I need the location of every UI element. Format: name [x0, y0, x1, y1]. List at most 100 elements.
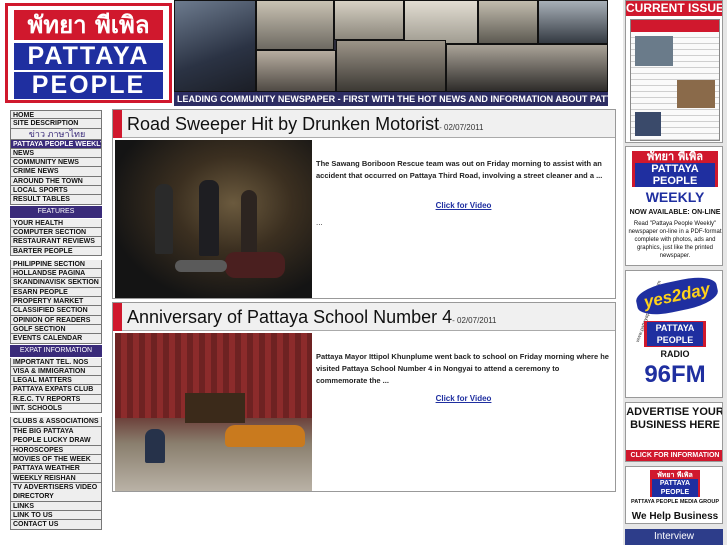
nav-home[interactable]: HOME	[10, 110, 102, 120]
weekly-available-text: NOW AVAILABLE: ON-LINE	[629, 209, 721, 216]
nav-clubs-associations[interactable]: CLUBS & ASSOCIATIONS	[10, 417, 102, 427]
nav-weekly-reishan[interactable]: WEEKLY REISHAN	[10, 473, 102, 483]
header-banner: LEADING COMMUNITY NEWSPAPER - FIRST WITH…	[174, 0, 608, 106]
photo-monks	[225, 425, 305, 447]
weekly-word: WEEKLY	[645, 189, 705, 205]
nav-computer-section[interactable]: COMPUTER SECTION	[10, 227, 102, 238]
nav-news[interactable]: NEWS	[10, 148, 102, 159]
nav-esarn-people[interactable]: ESARN PEOPLE	[10, 287, 102, 298]
current-issue-cover[interactable]	[630, 19, 720, 141]
cover-photo	[635, 36, 673, 66]
article-headline-text[interactable]: Road Sweeper Hit by Drunken Motorist	[127, 114, 439, 134]
nav-features-heading: FEATURES	[10, 205, 102, 218]
nav-skandinavisk-sektion[interactable]: SKANDINAVISK SEKTION	[10, 278, 102, 288]
nav-expat-heading: EXPAT INFORMATION	[10, 344, 102, 357]
media-logo-line2: PEOPLE	[652, 488, 698, 497]
photo-victim	[175, 260, 227, 272]
nav-barter-people[interactable]: BARTER PEOPLE	[10, 246, 102, 256]
radio-yes2day: yes2day	[633, 272, 721, 320]
right-sidebar: CURRENT ISSUE พัทยา พีเพิล PATTAYA PEOPL…	[623, 0, 727, 545]
interview-button[interactable]: Interview	[625, 529, 723, 545]
current-issue-box[interactable]: CURRENT ISSUE	[625, 0, 723, 143]
radio-logo: PATTAYA PEOPLE	[644, 321, 706, 347]
nav-opinion-of-readers[interactable]: OPINION OF READERS	[10, 315, 102, 325]
media-group-name: PATTAYA PEOPLE MEDIA GROUP	[630, 499, 720, 505]
advertise-text: ADVERTISE YOUR BUSINESS HERE	[626, 406, 723, 431]
nav-pattaya-weather[interactable]: PATTAYA WEATHER	[10, 464, 102, 474]
nav-pattaya-people-weekly[interactable]: PATTAYA PEOPLE WEEKLY	[10, 139, 102, 149]
logo-people-text: PEOPLE	[14, 72, 163, 99]
banner-photo-reporter	[404, 0, 478, 44]
left-nav: HOME SITE DESCRIPTION ข่าว ภาษาไทย PATTA…	[10, 110, 102, 545]
media-group-logo: พัทยา พีเพิล PATTAYA PEOPLE	[650, 470, 700, 497]
nav-important-tel-nos[interactable]: IMPORTANT TEL. NOS	[10, 357, 102, 367]
cover-masthead	[631, 20, 719, 32]
nav-legal-matters[interactable]: LEGAL MATTERS	[10, 376, 102, 386]
nav-property-market[interactable]: PROPERTY MARKET	[10, 297, 102, 307]
banner-photo-cameraman	[174, 0, 256, 92]
nav-site-description[interactable]: SITE DESCRIPTION	[10, 119, 102, 129]
article-photo[interactable]	[115, 333, 312, 491]
article-headline[interactable]: Anniversary of Pattaya School Number 4- …	[127, 307, 497, 328]
nav-tv-advertisers-directory[interactable]: TV ADVERTISERS VIDEO DIRECTORY	[10, 482, 102, 502]
photo-altar	[185, 393, 245, 423]
article-headline[interactable]: Road Sweeper Hit by Drunken Motorist- 02…	[127, 114, 483, 135]
radio-word: RADIO	[660, 349, 690, 359]
article-summary: Pattaya Mayor Ittipol Khunplume went bac…	[316, 352, 609, 385]
title-accent-bar	[113, 110, 122, 138]
nav-thai-news[interactable]: ข่าว ภาษาไทย	[10, 128, 102, 140]
media-logo-thai: พัทยา พีเพิล	[657, 470, 693, 479]
click-for-video-link[interactable]: Click for Video	[316, 394, 611, 403]
banner-photo-staff	[478, 0, 538, 44]
nav-lucky-draw[interactable]: THE BIG PATTAYA PEOPLE LUCKY DRAW	[10, 426, 102, 446]
photo-guest	[145, 429, 165, 463]
media-group-box[interactable]: พัทยา พีเพิล PATTAYA PEOPLE PATTAYA PEOP…	[625, 466, 723, 524]
nav-result-tables[interactable]: RESULT TABLES	[10, 195, 102, 205]
radio-frequency: 96FM	[644, 361, 706, 388]
nav-horoscopes[interactable]: HOROSCOPES	[10, 445, 102, 455]
radio-box[interactable]: www.pattayapeopleradio.com yes2day PATTA…	[625, 270, 723, 398]
weekly-logo-line2: PEOPLE	[635, 175, 715, 187]
nav-contact-us[interactable]: CONTACT US	[10, 520, 102, 530]
weekly-logo-thai: พัทยา พีเพิล	[647, 150, 703, 163]
current-issue-title: CURRENT ISSUE	[626, 1, 723, 16]
nav-golf-section[interactable]: GOLF SECTION	[10, 324, 102, 335]
nav-rec-tv-reports[interactable]: R.E.C. TV REPORTS	[10, 394, 102, 405]
nav-int-schools[interactable]: INT. SCHOOLS	[10, 404, 102, 414]
nav-movies-of-the-week[interactable]: MOVIES OF THE WEEK	[10, 454, 102, 465]
weekly-online-box[interactable]: พัทยา พีเพิล PATTAYA PEOPLE WEEKLY NOW A…	[625, 146, 723, 266]
article-card: Anniversary of Pattaya School Number 4- …	[112, 302, 616, 492]
article-photo[interactable]	[115, 140, 312, 298]
nav-links[interactable]: LINKS	[10, 501, 102, 512]
weekly-description: Read "Pattaya People Weekly" newspaper o…	[628, 221, 722, 259]
radio-logo-line1: PATTAYA	[647, 322, 703, 334]
nav-classified-section[interactable]: CLASSIFIED SECTION	[10, 306, 102, 316]
banner-photo-desk	[334, 0, 404, 40]
nav-your-health[interactable]: YOUR HEALTH	[10, 218, 102, 228]
nav-crime-news[interactable]: CRIME NEWS	[10, 167, 102, 177]
article-headline-text[interactable]: Anniversary of Pattaya School Number 4	[127, 307, 452, 327]
nav-hollandse-pagina[interactable]: HOLLANDSE PAGINA	[10, 269, 102, 279]
nav-events-calendar[interactable]: EVENTS CALENDAR	[10, 334, 102, 344]
nav-restaurant-reviews[interactable]: RESTAURANT REVIEWS	[10, 237, 102, 247]
media-group-slogan: We Help Business	[631, 511, 719, 522]
title-accent-bar	[113, 303, 122, 331]
article-date: - 02/07/2011	[452, 316, 497, 325]
site-logo[interactable]: พัทยา พีเพิล PATTAYA PEOPLE	[5, 3, 172, 103]
click-for-video-link[interactable]: Click for Video	[316, 201, 611, 210]
cover-photo	[635, 112, 661, 136]
nav-philippine-section[interactable]: PHILIPPINE SECTION	[10, 259, 102, 270]
nav-community-news[interactable]: COMMUNITY NEWS	[10, 158, 102, 168]
nav-link-to-us[interactable]: LINK TO US	[10, 511, 102, 521]
nav-local-sports[interactable]: LOCAL SPORTS	[10, 186, 102, 196]
nav-pattaya-expats-club[interactable]: PATTAYA EXPATS CLUB	[10, 385, 102, 395]
nav-around-the-town[interactable]: AROUND THE TOWN	[10, 176, 102, 187]
banner-photo-office	[256, 0, 334, 50]
article-card: Road Sweeper Hit by Drunken Motorist- 02…	[112, 109, 616, 299]
page: พัทยา พีเพิล PATTAYA PEOPLE LEADING COMM…	[0, 0, 727, 545]
nav-visa-immigration[interactable]: VISA & IMMIGRATION	[10, 366, 102, 377]
banner-photo-team-right	[446, 44, 608, 92]
advertise-info-link[interactable]: CLICK FOR INFORMATION	[626, 450, 722, 461]
advertise-box[interactable]: ADVERTISE YOUR BUSINESS HERE CLICK FOR I…	[625, 402, 723, 462]
photo-figure	[155, 184, 173, 254]
